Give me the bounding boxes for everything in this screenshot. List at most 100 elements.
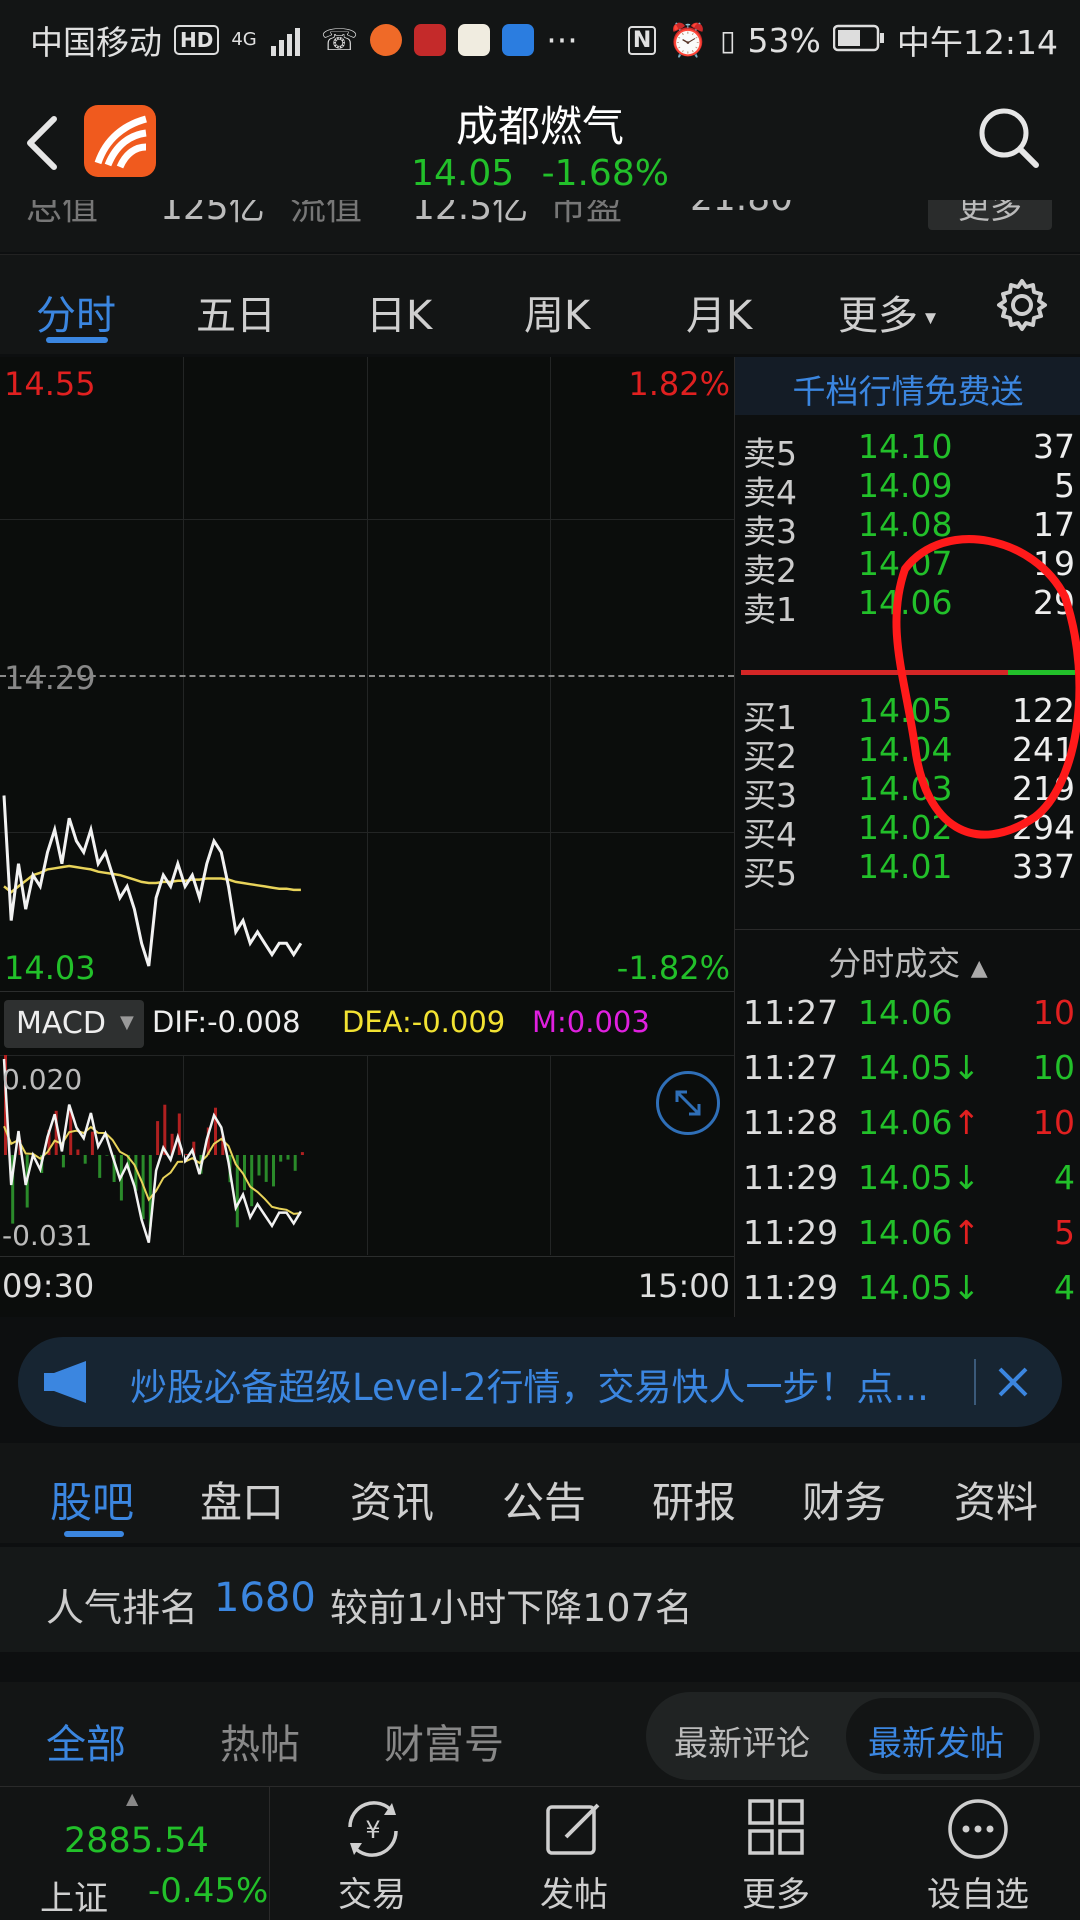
index-value: 2885.54 [64,1821,209,1861]
index-change: -0.45% [148,1871,269,1911]
tab-more[interactable]: 更多 ▾ [838,283,936,341]
price-line-plot [2,795,303,967]
tab-monthly-k[interactable]: 月K [686,283,752,341]
more-dots-icon [946,1797,1010,1865]
tab-market-depth[interactable]: 盘口 [200,1469,284,1530]
expand-chart-icon[interactable] [656,1071,720,1135]
tab-more-label: 更多 [838,293,918,339]
macd-bar [61,1155,65,1168]
index-ticker[interactable]: ▲ 2885.54 上证 -0.45% [0,1787,270,1920]
trade-row: 11:27 14.05↓ 10 [743,1048,1075,1096]
nav-more[interactable]: 更多 [696,1787,856,1920]
tab-five-day[interactable]: 五日 [196,283,276,341]
trade-volume: 4 [1054,1158,1075,1197]
nav-trade[interactable]: ¥ 交易 [292,1787,452,1920]
trade-label: 11:29 [743,1268,839,1307]
tab-wealth-accounts[interactable]: 财富号 [384,1712,504,1770]
index-name: 上证 [40,1879,108,1919]
chart-period-tabs: 分时 五日 日K 周K 月K 更多 ▾ [0,254,1080,354]
nav-add-watchlist-label: 设自选 [927,1875,1029,1915]
nav-post-label: 发帖 [540,1875,608,1915]
carrier-label: 中国移动 [30,23,162,62]
percent-axis-low: -1.82% [616,949,730,987]
grid-line [550,1055,551,1255]
status-bar: 中国移动 HD 4G ☏ ··· N ⏰ ▯ 53% 中午12:14 [0,0,1080,75]
trade-price: 14.05↓ [858,1048,981,1087]
indicator-selector[interactable]: MACD ▼ [4,1000,144,1048]
trade-price: 14.06↑ [858,1213,981,1252]
nav-trade-label: 交易 [338,1875,406,1915]
app-notification-icon [370,24,403,56]
nfc-icon: N [627,25,657,55]
rank-change: 较前1小时下降107名 [330,1586,693,1630]
nav-add-watchlist[interactable]: 设自选 [898,1787,1058,1920]
macd-bar [293,1155,297,1171]
tab-profile[interactable]: 资料 [954,1469,1038,1530]
level2-ad-banner[interactable]: 炒股必备超级Level-2行情，交易快人一步！点... [18,1337,1062,1427]
popularity-rank[interactable]: 人气排名 1680 较前1小时下降107名 [0,1547,1080,1652]
time-axis-end: 15:00 [637,1267,730,1305]
trade-volume: 10 [1033,1048,1075,1087]
trade-price: 14.06 [858,993,953,1032]
trade-volume: 4 [1054,1268,1075,1307]
sort-latest-post[interactable]: 最新发帖 [868,1716,1004,1765]
macd-axis-low: -0.031 [2,1219,93,1252]
tab-intraday[interactable]: 分时 [36,283,116,341]
close-icon[interactable] [988,1357,1038,1411]
macd-bar [250,1155,254,1207]
tab-hot-posts[interactable]: 热帖 [220,1712,300,1770]
trade-row: 11:28 14.06↑ 10 [743,1103,1075,1151]
yuan-exchange-icon: ¥ [338,1797,408,1865]
svg-text:¥: ¥ [365,1816,380,1844]
macd-bar [300,1152,304,1155]
tab-weekly-k[interactable]: 周K [524,283,590,341]
trade-volume: 10 [1033,1103,1075,1142]
tab-financials[interactable]: 财务 [802,1469,886,1530]
settings-gear-icon[interactable] [994,277,1050,337]
macd-bar [286,1155,290,1160]
down-arrow-icon: ↓ [952,1048,981,1087]
average-price-line [3,864,301,894]
annotation-circle [892,535,1080,839]
price-change-percent: -1.68% [541,153,669,194]
trade-price: 14.05↓ [858,1158,981,1197]
battery-percent: 53% [747,20,821,60]
trade-volume: 5 [1054,1213,1075,1252]
grid-menu-icon [746,1797,806,1861]
macd-bar [156,1121,160,1155]
more-notifications-icon: ··· [546,20,578,60]
dropdown-caret-icon: ▾ [918,305,937,331]
active-tab-indicator [46,337,108,343]
grid-line [367,1055,368,1255]
tab-stock-forum[interactable]: 股吧 [50,1469,134,1530]
search-icon[interactable] [974,103,1044,177]
banner-text: 炒股必备超级Level-2行情，交易快人一步！点... [130,1366,929,1409]
down-arrow-icon: ↓ [952,1158,981,1197]
macd-bar [105,1155,109,1156]
sort-latest-comment[interactable]: 最新评论 [674,1716,810,1765]
divider [974,1359,976,1405]
tab-research[interactable]: 研报 [652,1469,736,1530]
dropdown-caret-icon: ▼ [120,1012,134,1033]
price-axis-low: 14.03 [4,949,96,987]
macd-bar [90,1131,94,1155]
macd-bar [76,1149,80,1155]
more-stats-button[interactable]: 更多 [928,200,1052,230]
stock-name: 成都燃气 [455,102,624,151]
total-value-label: 总值 [26,200,99,228]
forum-feed-tabs: 全部 热帖 财富号 最新评论 最新发帖 [0,1682,1080,1787]
up-arrow-icon: ↑ [952,1213,981,1252]
tab-daily-k[interactable]: 日K [366,283,432,341]
float-value-label: 流值 [290,200,363,228]
nav-more-label: 更多 [742,1875,810,1915]
intraday-chart[interactable]: 14.55 1.82% 14.29 14.03 -1.82% MACD ▼ DI… [0,357,734,1317]
trade-row: 11:29 14.05↓ 4 [743,1158,1075,1206]
macd-bar [185,1154,189,1155]
trade-price: 14.06↑ [858,1103,981,1142]
tab-announcements[interactable]: 公告 [502,1469,586,1530]
rank-number: 1680 [214,1575,316,1621]
nav-post[interactable]: 发帖 [494,1787,654,1920]
tab-news[interactable]: 资讯 [350,1469,434,1530]
macd-m: M:0.003 [532,1005,650,1039]
tab-all-posts[interactable]: 全部 [46,1712,126,1770]
